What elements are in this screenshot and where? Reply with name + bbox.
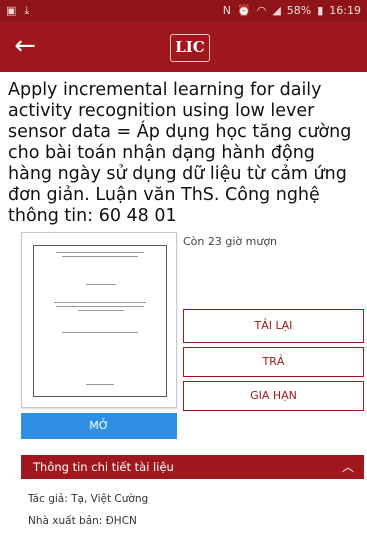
app-bar: ← LIC: [0, 22, 367, 72]
thumb-line: [56, 252, 144, 253]
thumb-line: [86, 284, 116, 285]
return-button[interactable]: TRẢ: [183, 347, 364, 377]
loan-remaining-text: Còn 23 giờ mượn: [183, 235, 278, 248]
thumb-line: [56, 306, 144, 307]
document-thumbnail[interactable]: [21, 232, 177, 408]
app-logo: LIC: [170, 34, 210, 62]
publisher-text: Nhà xuất bản: ĐHCN: [28, 515, 137, 527]
alarm-icon: ⏰: [237, 4, 251, 17]
thumb-line: [78, 310, 124, 311]
document-title: Apply incremental learning for daily act…: [8, 80, 352, 226]
thumb-line: [86, 384, 114, 385]
details-header-label: Thông tin chi tiết tài liệu: [33, 460, 174, 474]
thumb-line: [54, 302, 146, 303]
thumb-line: [62, 256, 138, 257]
battery-percent: 58%: [286, 4, 312, 17]
clock-time: 16:19: [329, 4, 361, 17]
renew-button[interactable]: GIA HẠN: [183, 381, 364, 411]
details-section-header[interactable]: Thông tin chi tiết tài liệu ︿: [21, 455, 364, 479]
reload-button[interactable]: TẢI LẠI: [183, 309, 364, 343]
battery-icon: ▮: [317, 4, 324, 17]
status-bar: ▣ ⤓ N ⏰ ◠ ◢ 58% ▮ 16:19: [0, 0, 367, 22]
chevron-up-icon: ︿: [341, 460, 354, 474]
thumbnail-cover-frame: [33, 245, 167, 397]
gallery-icon: ▣: [6, 4, 17, 17]
wifi-icon: ◠: [256, 4, 267, 17]
thumb-line: [62, 332, 138, 333]
open-button[interactable]: MỞ: [21, 413, 177, 439]
status-left-icons: ▣ ⤓: [6, 4, 29, 17]
signal-icon: ◢: [272, 4, 281, 17]
status-right-icons: N ⏰ ◠ ◢ 58% ▮ 16:19: [223, 4, 361, 17]
nfc-icon: N: [222, 4, 231, 17]
back-button[interactable]: ←: [6, 28, 44, 66]
download-icon: ⤓: [24, 4, 30, 17]
arrow-left-icon: ←: [14, 31, 36, 61]
author-text: Tác giả: Tạ, Việt Cường: [28, 493, 149, 505]
